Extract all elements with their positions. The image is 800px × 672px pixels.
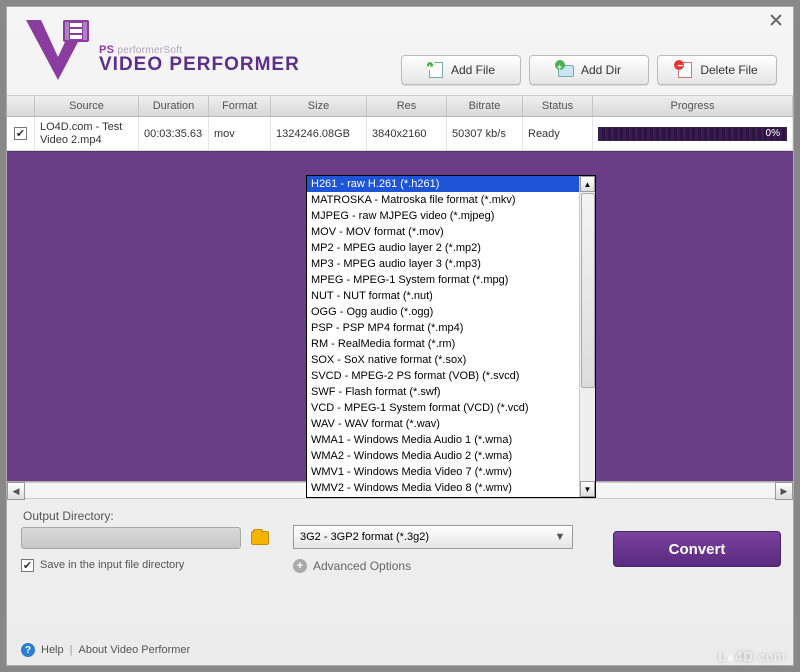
bottom-panel: Output Directory: ✔ Save in the input fi… <box>7 499 793 573</box>
col-size[interactable]: Size <box>271 96 367 116</box>
footer-separator: | <box>70 644 73 656</box>
cell-bitrate: 50307 kb/s <box>447 117 523 150</box>
help-icon: ? <box>21 643 35 657</box>
format-select-value: 3G2 - 3GP2 format (*.3g2) <box>300 531 429 543</box>
save-in-input-label: Save in the input file directory <box>40 559 184 571</box>
cell-source: LO4D.com - Test Video 2.mp4 <box>35 117 139 150</box>
dropdown-item[interactable]: MP2 - MPEG audio layer 2 (*.mp2) <box>307 240 579 256</box>
delete-file-button[interactable]: − Delete File <box>657 55 777 85</box>
scroll-left-icon[interactable]: ◀ <box>7 482 25 500</box>
cell-duration: 00:03:35.63 <box>139 117 209 150</box>
col-duration[interactable]: Duration <box>139 96 209 116</box>
output-dir-input[interactable] <box>21 527 241 549</box>
dropdown-item[interactable]: VCD - MPEG-1 System format (VCD) (*.vcd) <box>307 400 579 416</box>
toolbar: + Add File + Add Dir − Delete File <box>401 17 777 85</box>
add-dir-button[interactable]: + Add Dir <box>529 55 649 85</box>
col-bitrate[interactable]: Bitrate <box>447 96 523 116</box>
logo-title: VIDEO PERFORMER <box>99 54 300 76</box>
dropdown-scrollbar[interactable]: ▲ ▼ <box>579 176 595 497</box>
dropdown-item[interactable]: WMA2 - Windows Media Audio 2 (*.wma) <box>307 448 579 464</box>
add-dir-label: Add Dir <box>581 63 621 77</box>
col-res[interactable]: Res <box>367 96 447 116</box>
dropdown-item[interactable]: SOX - SoX native format (*.sox) <box>307 352 579 368</box>
watermark: L4D.com <box>718 649 786 664</box>
chevron-down-icon: ▼ <box>552 530 568 544</box>
dropdown-item[interactable]: WAV - WAV format (*.wav) <box>307 416 579 432</box>
plus-icon: + <box>293 559 307 573</box>
scroll-thumb[interactable] <box>581 193 595 388</box>
browse-folder-button[interactable] <box>247 527 273 549</box>
scroll-up-icon[interactable]: ▲ <box>580 176 595 192</box>
app-logo: PS performerSoft VIDEO PERFORMER <box>23 17 300 83</box>
progress-bar: 0% <box>598 127 787 141</box>
output-dir-label: Output Directory: <box>21 509 273 523</box>
col-format[interactable]: Format <box>209 96 271 116</box>
dropdown-item[interactable]: WMV1 - Windows Media Video 7 (*.wmv) <box>307 464 579 480</box>
cell-size: 1324246.08GB <box>271 117 367 150</box>
advanced-options-toggle[interactable]: + Advanced Options <box>293 559 573 573</box>
dropdown-item[interactable]: WMV2 - Windows Media Video 8 (*.wmv) <box>307 480 579 496</box>
help-link[interactable]: Help <box>41 644 64 656</box>
convert-button[interactable]: Convert <box>613 531 781 567</box>
col-source[interactable]: Source <box>35 96 139 116</box>
scroll-down-icon[interactable]: ▼ <box>580 481 595 497</box>
add-file-button[interactable]: + Add File <box>401 55 521 85</box>
header-bar: PS performerSoft VIDEO PERFORMER + Add F… <box>7 7 793 95</box>
advanced-options-label: Advanced Options <box>313 559 411 573</box>
save-in-input-checkbox[interactable]: ✔ <box>21 559 34 572</box>
col-progress[interactable]: Progress <box>593 96 793 116</box>
logo-v-icon <box>23 17 93 83</box>
dropdown-item[interactable]: WMA1 - Windows Media Audio 1 (*.wma) <box>307 432 579 448</box>
dropdown-item[interactable]: MPEG - MPEG-1 System format (*.mpg) <box>307 272 579 288</box>
dropdown-item[interactable]: MOV - MOV format (*.mov) <box>307 224 579 240</box>
table-header: Source Duration Format Size Res Bitrate … <box>7 95 793 117</box>
delete-file-icon: − <box>676 62 694 78</box>
footer: ? Help | About Video Performer <box>21 643 779 657</box>
dropdown-item[interactable]: MJPEG - raw MJPEG video (*.mjpeg) <box>307 208 579 224</box>
format-dropdown-list[interactable]: H261 - raw H.261 (*.h261)MATROSKA - Matr… <box>306 175 596 498</box>
cell-format: mov <box>209 117 271 150</box>
dropdown-item[interactable]: H261 - raw H.261 (*.h261) <box>307 176 579 192</box>
dropdown-item[interactable]: SVCD - MPEG-2 PS format (VOB) (*.svcd) <box>307 368 579 384</box>
dropdown-item[interactable]: PSP - PSP MP4 format (*.mp4) <box>307 320 579 336</box>
dropdown-item[interactable]: SWF - Flash format (*.swf) <box>307 384 579 400</box>
add-file-icon: + <box>427 62 445 78</box>
dropdown-item[interactable]: OGG - Ogg audio (*.ogg) <box>307 304 579 320</box>
delete-file-label: Delete File <box>700 63 757 77</box>
col-status[interactable]: Status <box>523 96 593 116</box>
dropdown-item[interactable]: MATROSKA - Matroska file format (*.mkv) <box>307 192 579 208</box>
dropdown-item[interactable]: RM - RealMedia format (*.rm) <box>307 336 579 352</box>
close-icon[interactable] <box>767 11 785 29</box>
add-file-label: Add File <box>451 63 495 77</box>
add-dir-icon: + <box>557 62 575 78</box>
format-select[interactable]: 3G2 - 3GP2 format (*.3g2) ▼ <box>293 525 573 549</box>
cell-status: Ready <box>523 117 593 150</box>
dropdown-item[interactable]: MP3 - MPEG audio layer 3 (*.mp3) <box>307 256 579 272</box>
row-checkbox[interactable]: ✔ <box>14 127 27 140</box>
cell-res: 3840x2160 <box>367 117 447 150</box>
col-checkbox <box>7 96 35 116</box>
table-row[interactable]: ✔ LO4D.com - Test Video 2.mp4 00:03:35.6… <box>7 117 793 151</box>
folder-icon <box>251 531 269 545</box>
dropdown-item[interactable]: NUT - NUT format (*.nut) <box>307 288 579 304</box>
about-link[interactable]: About Video Performer <box>78 644 190 656</box>
scroll-right-icon[interactable]: ▶ <box>775 482 793 500</box>
